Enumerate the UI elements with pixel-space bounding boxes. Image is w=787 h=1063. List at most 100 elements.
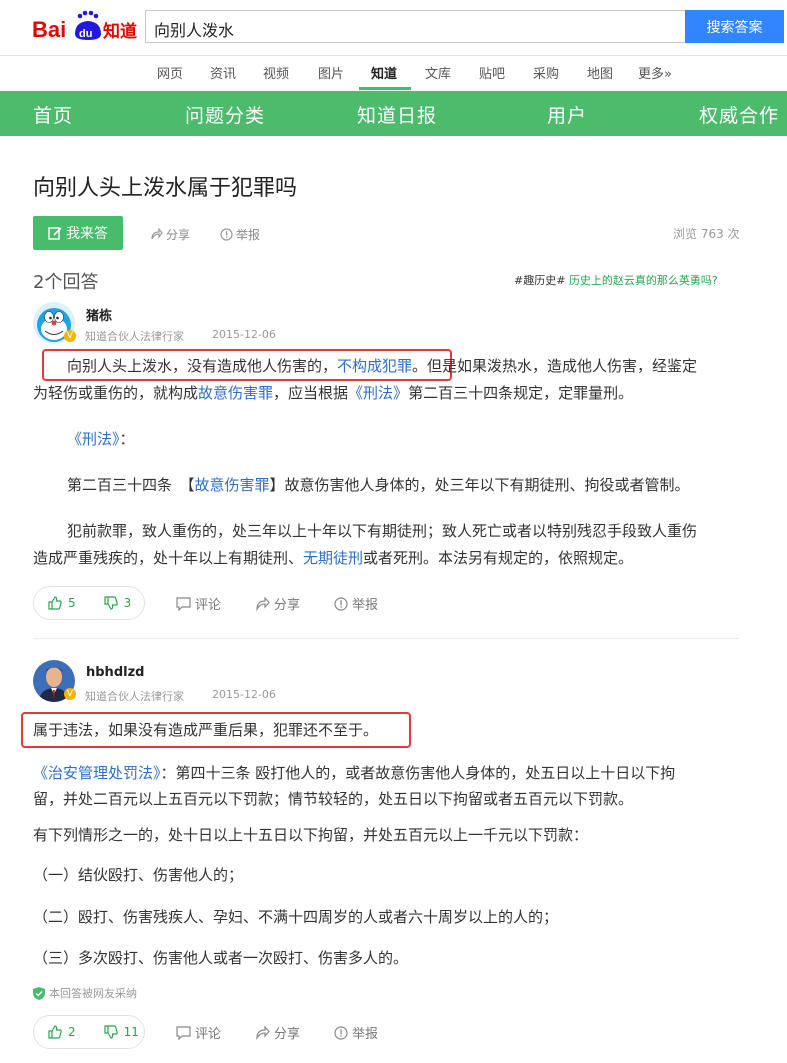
- thumbs-down-icon: [104, 1025, 118, 1039]
- adopted-label: 本回答被网友采纳: [49, 987, 137, 1000]
- search-input[interactable]: 向别人泼水: [145, 10, 685, 43]
- answerer-title: 知道合伙人法律行家: [85, 330, 184, 343]
- vote-group: 5 3: [33, 586, 145, 620]
- share-button[interactable]: 分享: [255, 594, 300, 613]
- answer-text: 第二百三十四条规定，定罪量刑。: [408, 384, 634, 402]
- downvote-count: 11: [123, 1025, 139, 1039]
- nav-image[interactable]: 图片: [318, 63, 344, 82]
- edit-icon: [48, 227, 62, 240]
- answer1-para1-line1: 向别人头上泼水，没有造成他人伤害的，不构成犯罪。但是如果泼热水，造成他人伤害，经…: [67, 353, 697, 380]
- answer-date: 2015-12-06: [212, 328, 276, 341]
- link-life-imprisonment[interactable]: 无期徒刑: [303, 549, 363, 567]
- nav-zhidao[interactable]: 知道: [371, 63, 397, 82]
- answerer-name[interactable]: hbhdlzd: [86, 665, 144, 680]
- nav-map[interactable]: 地图: [587, 63, 613, 82]
- answer-button-label: 我来答: [66, 226, 108, 242]
- header-divider: [0, 55, 787, 56]
- adopted-notice: 本回答被网友采纳: [33, 985, 137, 1001]
- answer-text: 造成严重残疾的，处十年以上有期徒刑、: [33, 549, 304, 567]
- question-title: 向别人头上泼水属于犯罪吗: [33, 176, 298, 201]
- downvote-button[interactable]: 3: [90, 596, 146, 610]
- greenbar-users[interactable]: 用户: [547, 101, 587, 128]
- answerer-name[interactable]: 猪栋: [86, 305, 112, 324]
- answer-date: 2015-12-06: [212, 688, 276, 701]
- answer-text: ：: [119, 430, 135, 448]
- baidu-zhidao-logo[interactable]: Bai du 知道: [32, 8, 140, 44]
- greenbar-categories[interactable]: 问题分类: [185, 101, 265, 128]
- greenbar-daily[interactable]: 知道日报: [357, 101, 437, 128]
- thumbs-up-icon: [48, 1025, 62, 1039]
- answer-text: 】故意伤害他人身体的，处三年以下有期徒刑、拘役或者管制。: [269, 476, 690, 494]
- report-label: 举报: [352, 1027, 379, 1042]
- nav-tieba[interactable]: 贴吧: [479, 63, 505, 82]
- share-icon: [151, 228, 163, 240]
- report-icon: [334, 1025, 348, 1040]
- nav-purchase[interactable]: 采购: [533, 63, 559, 82]
- upvote-button[interactable]: 2: [34, 1025, 90, 1039]
- downvote-count: 3: [123, 596, 132, 610]
- upvote-button[interactable]: 5: [34, 596, 90, 610]
- downvote-button[interactable]: 11: [90, 1025, 153, 1039]
- share-label: 分享: [274, 598, 301, 613]
- nav-web[interactable]: 网页: [157, 63, 183, 82]
- upvote-count: 5: [68, 596, 76, 610]
- report-button[interactable]: 举报: [334, 1023, 378, 1042]
- nav-wenku[interactable]: 文库: [425, 63, 451, 82]
- answer-text: ，应当根据: [273, 384, 349, 402]
- comment-label: 评论: [195, 1027, 222, 1042]
- share-question[interactable]: 分享: [150, 226, 190, 243]
- link-criminal-law[interactable]: 《刑法》: [348, 384, 408, 402]
- share-icon: [256, 596, 270, 611]
- answer-text: 。但是如果泼热水，造成他人伤害，经鉴定: [412, 357, 698, 375]
- greenbar-partners[interactable]: 权威合作: [699, 101, 779, 128]
- nav-news[interactable]: 资讯: [210, 63, 236, 82]
- link-criminal-law[interactable]: 《刑法》: [67, 430, 120, 448]
- link-public-security-law[interactable]: 《治安管理处罚法》: [33, 764, 161, 782]
- svg-text:知道: 知道: [102, 21, 137, 42]
- answer2-item3: （三）多次殴打、伤害他人或者一次殴打、伤害多人的。: [33, 949, 409, 967]
- answer-text: 向别人头上泼水，没有造成他人伤害的，: [67, 357, 338, 375]
- verified-badge-icon: V: [64, 688, 76, 700]
- comment-icon: [176, 1025, 191, 1040]
- answer-text: ：第四十三条 殴打他人的，或者故意伤害他人身体的，处五日以上十日以下拘: [160, 764, 676, 782]
- report-icon: [220, 228, 233, 241]
- greenbar-home[interactable]: 首页: [33, 101, 73, 128]
- verified-badge-icon: V: [64, 330, 76, 342]
- answer1-para3-line2: 造成严重残疾的，处十年以上有期徒刑、无期徒刑或者死刑。本法另有规定的，依照规定。: [33, 545, 633, 572]
- answer1-para3-line1: 犯前款罪，致人重伤的，处三年以上十年以下有期徒刑；致人死亡或者以特别残忍手段致人…: [67, 522, 698, 540]
- link-intentional-injury[interactable]: 故意伤害罪: [198, 384, 273, 402]
- nav-more[interactable]: 更多»: [638, 63, 672, 82]
- report-icon: [334, 596, 348, 611]
- answer2-item1: （一）结伙殴打、伤害他人的；: [33, 866, 244, 884]
- report-label: 举报: [236, 228, 261, 242]
- vote-group: 2 11: [33, 1015, 145, 1049]
- answer-button[interactable]: 我来答: [33, 216, 123, 250]
- comment-label: 评论: [195, 598, 222, 613]
- upvote-count: 2: [68, 1025, 76, 1039]
- report-button[interactable]: 举报: [334, 594, 378, 613]
- thumbs-up-icon: [48, 596, 62, 610]
- shield-check-icon: [33, 986, 45, 1000]
- comment-icon: [176, 596, 191, 611]
- promo-link[interactable]: #趣历史# 历史上的赵云真的那么英勇吗?: [514, 272, 718, 288]
- report-question[interactable]: 举报: [220, 226, 260, 243]
- share-icon: [256, 1025, 270, 1040]
- answer2-para2-line2: 留，并处二百元以上五百元以下罚款；情节较轻的，处五日以下拘留或者五百元以下罚款。: [33, 790, 634, 808]
- answerer-title: 知道合伙人法律行家: [85, 690, 184, 703]
- comment-button[interactable]: 评论: [176, 1023, 221, 1042]
- share-label: 分享: [274, 1027, 301, 1042]
- law-article: 第二百三十四条 【故意伤害罪】故意伤害他人身体的，处三年以下有期徒刑、拘役或者管…: [67, 472, 690, 499]
- link-intentional-injury[interactable]: 故意伤害罪: [195, 476, 270, 494]
- answer2-para1: 属于违法，如果没有造成严重后果，犯罪还不至于。: [33, 721, 379, 739]
- search-button[interactable]: 搜索答案: [685, 10, 784, 43]
- comment-button[interactable]: 评论: [176, 594, 221, 613]
- share-button[interactable]: 分享: [255, 1023, 300, 1042]
- link-not-crime[interactable]: 不构成犯罪: [337, 357, 412, 375]
- view-count: 浏览 763 次: [673, 227, 740, 241]
- svg-text:du: du: [79, 28, 92, 40]
- thumbs-down-icon: [104, 596, 118, 610]
- promo-tag: #趣历史#: [514, 274, 566, 287]
- answer-divider: [33, 638, 739, 639]
- nav-video[interactable]: 视频: [263, 63, 289, 82]
- nav-active-indicator: [359, 87, 411, 90]
